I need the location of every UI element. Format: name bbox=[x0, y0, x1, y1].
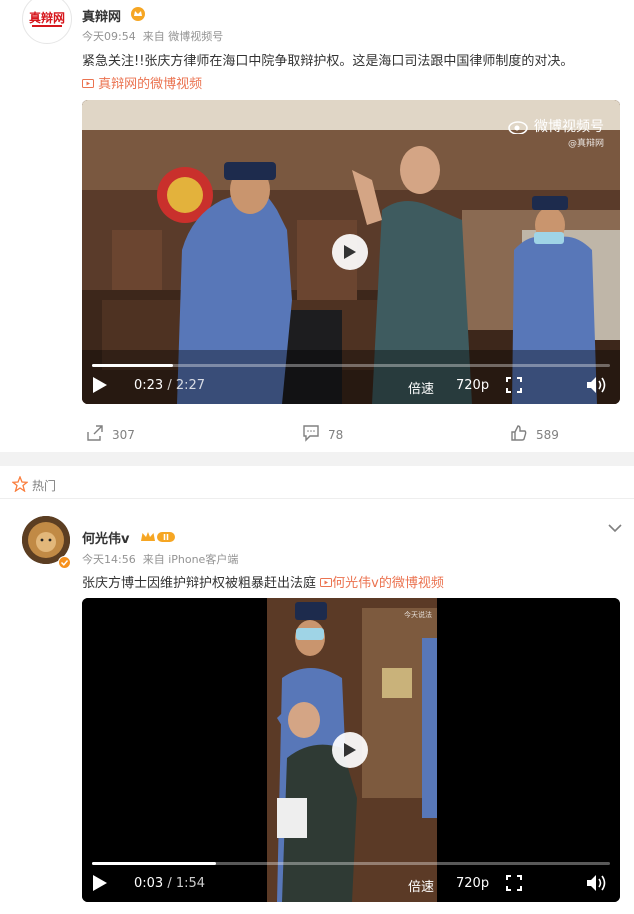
quality-button[interactable]: 720p bbox=[456, 378, 489, 393]
author-name[interactable]: 真辩网 bbox=[82, 6, 121, 25]
video-time: 0:23 / 2:27 bbox=[134, 378, 206, 393]
crown-badge-icon: II bbox=[140, 529, 176, 548]
volume-icon[interactable] bbox=[586, 874, 608, 896]
hot-icon bbox=[11, 475, 29, 495]
hot-label: 热门 bbox=[11, 475, 57, 495]
video-progress-fill bbox=[92, 862, 217, 865]
author-name[interactable]: 何光伟v bbox=[82, 528, 129, 547]
video-progress-bar[interactable] bbox=[92, 862, 610, 865]
comment-count: 78 bbox=[328, 427, 344, 442]
video-link[interactable]: 何光伟v的微博视频 bbox=[320, 576, 444, 591]
video-link-label: 真辩网的微博视频 bbox=[98, 77, 203, 92]
speed-button[interactable]: 倍速 bbox=[408, 876, 434, 895]
post-text: 张庆方博士因维护辩护权被粗暴赶出法庭 何光伟v的微博视频 bbox=[82, 572, 444, 591]
crown-badge-icon bbox=[130, 6, 146, 25]
comment-button[interactable]: 78 bbox=[302, 424, 343, 445]
repost-button[interactable]: 307 bbox=[86, 424, 135, 445]
video-time: 0:03 / 1:54 bbox=[134, 876, 206, 891]
comment-icon bbox=[302, 424, 320, 445]
chevron-down-icon[interactable] bbox=[608, 518, 622, 537]
video-watermark: 微博视频号 @真辩网 bbox=[507, 116, 604, 149]
svg-text:II: II bbox=[163, 533, 169, 542]
play-button-center[interactable] bbox=[332, 234, 368, 270]
video-progress-fill bbox=[92, 364, 173, 367]
volume-icon[interactable] bbox=[586, 376, 608, 398]
hot-label-text: 热门 bbox=[32, 479, 57, 493]
weibo-logo-icon bbox=[507, 119, 530, 135]
post-text: 紧急关注!!张庆方律师在海口中院争取辩护权。这是海口司法跟中国律师制度的对决。 bbox=[82, 54, 574, 69]
post-text-body: 张庆方博士因维护辩护权被粗暴赶出法庭 bbox=[82, 576, 317, 591]
repost-count: 307 bbox=[112, 427, 135, 442]
avatar[interactable]: 真辩网 bbox=[22, 0, 72, 44]
video-link-icon bbox=[320, 576, 333, 591]
video-link[interactable]: 真辩网的微博视频 bbox=[82, 73, 202, 92]
video-player-2[interactable]: 今天说法 0:03 / 1:54 倍速 720p bbox=[82, 598, 620, 902]
post-card-2: 热门 何光伟v II 今天14:56 来自 iPhone客户端 张庆方博士因维护… bbox=[0, 466, 634, 914]
post-card-1: 真辩网 真辩网 今天09:54 来自 微博视频号 紧急关注!!张庆方律师在海口中… bbox=[0, 0, 634, 452]
fullscreen-icon[interactable] bbox=[506, 377, 522, 397]
watermark-text: 微博视频号 bbox=[534, 119, 604, 135]
post-time[interactable]: 今天09:54 bbox=[82, 30, 136, 43]
post-source: 来自 微博视频号 bbox=[142, 30, 224, 43]
watermark-sub: @真辩网 bbox=[567, 139, 604, 149]
verified-icon bbox=[58, 554, 71, 573]
post-time[interactable]: 今天14:56 bbox=[82, 553, 136, 566]
quality-button[interactable]: 720p bbox=[456, 876, 489, 891]
video-time-total: 2:27 bbox=[175, 378, 206, 393]
fullscreen-icon[interactable] bbox=[506, 875, 522, 895]
video-watermark: 今天说法 bbox=[404, 611, 432, 619]
like-count: 589 bbox=[536, 427, 559, 442]
play-icon[interactable] bbox=[92, 874, 108, 896]
repost-icon bbox=[86, 424, 104, 445]
speed-button[interactable]: 倍速 bbox=[408, 378, 434, 397]
post-time-source: 今天09:54 来自 微博视频号 bbox=[82, 28, 223, 44]
post-time-source: 今天14:56 来自 iPhone客户端 bbox=[82, 551, 238, 567]
video-time-current: 0:03 bbox=[134, 876, 164, 891]
like-icon bbox=[510, 424, 528, 445]
avatar-logo-text: 真辩网 bbox=[28, 11, 65, 25]
post-source: 来自 iPhone客户端 bbox=[142, 553, 239, 566]
video-time-current: 0:23 bbox=[134, 378, 164, 393]
play-button-center[interactable] bbox=[332, 732, 368, 768]
video-progress-bar[interactable] bbox=[92, 364, 610, 367]
video-link-icon bbox=[82, 77, 98, 92]
video-time-total: 1:54 bbox=[175, 876, 206, 891]
like-button[interactable]: 589 bbox=[510, 424, 559, 445]
video-link-label: 何光伟v的微博视频 bbox=[332, 576, 444, 591]
play-icon[interactable] bbox=[92, 376, 108, 398]
video-player-1[interactable]: 微博视频号 @真辩网 0:23 / 2:27 倍速 720p bbox=[82, 100, 620, 404]
